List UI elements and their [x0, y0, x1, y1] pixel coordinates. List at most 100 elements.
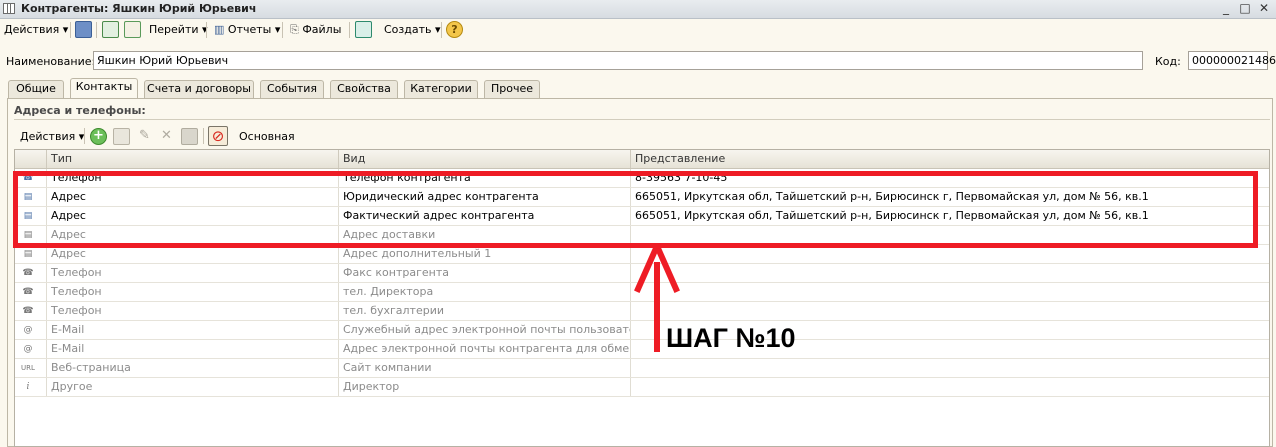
main-toolbar: Действия ▾ Перейти ▾ ▥ Отчеты ▾ ⎘ Файлы … — [0, 19, 1276, 41]
table-row[interactable]: ▤ Адрес Юридический адрес контрагента 66505… — [15, 188, 1269, 207]
title-bar: Контрагенты: Яшкин Юрий Юрьевич _ □ ✕ — [0, 0, 1276, 19]
copy-icon[interactable] — [124, 21, 141, 38]
cell-kind[interactable]: тел. Директора — [339, 283, 631, 301]
cell-representation[interactable] — [631, 264, 1269, 282]
cell-representation[interactable] — [631, 226, 1269, 244]
cell-type[interactable]: Веб-страница — [47, 359, 339, 377]
cell-type[interactable]: Адрес — [47, 245, 339, 263]
save-icon[interactable] — [75, 21, 92, 38]
cell-type[interactable]: Телефон — [47, 169, 339, 187]
edit-row-icon[interactable]: ✎ — [136, 128, 153, 145]
tab-accounts-contracts[interactable]: Счета и договоры — [144, 80, 254, 98]
cell-kind[interactable]: Телефон контрагента — [339, 169, 631, 187]
cell-kind[interactable]: Служебный адрес электронной почты пользо… — [339, 321, 631, 339]
cell-type[interactable]: E-Mail — [47, 321, 339, 339]
cell-type[interactable]: Телефон — [47, 302, 339, 320]
files-button[interactable]: ⎘ Файлы — [290, 22, 341, 38]
header-representation[interactable]: Представление — [631, 150, 1269, 168]
phone-icon: ☎ — [22, 306, 34, 316]
code-input[interactable]: 000000021486 — [1188, 51, 1276, 70]
row-icon-cell: ☎ — [15, 169, 47, 187]
header-kind[interactable]: Вид — [339, 150, 631, 168]
cell-kind[interactable]: Директор — [339, 378, 631, 396]
minimize-button[interactable]: _ — [1218, 1, 1234, 16]
name-input[interactable]: Яшкин Юрий Юрьевич — [93, 51, 1143, 70]
cell-type[interactable]: Телефон — [47, 264, 339, 282]
cell-kind[interactable]: Адрес электронной почты контрагента для … — [339, 340, 631, 358]
table-row[interactable]: ☎ Телефон тел. бухгалтерии — [15, 302, 1269, 321]
section-actions-button[interactable]: Действия ▾ — [20, 129, 84, 145]
refresh-icon[interactable] — [102, 21, 119, 38]
cell-type[interactable]: Адрес — [47, 188, 339, 206]
row-icon-cell: ☎ — [15, 264, 47, 282]
email-icon: @ — [23, 344, 33, 354]
phone-icon: ☎ — [22, 287, 34, 297]
delete-row-icon[interactable]: ✕ — [158, 128, 175, 145]
row-icon-cell: @ — [15, 340, 47, 358]
cell-representation[interactable] — [631, 359, 1269, 377]
row-icon-cell: ▤ — [15, 226, 47, 244]
cell-kind[interactable]: Сайт компании — [339, 359, 631, 377]
info-icon: i — [26, 382, 30, 392]
table-row[interactable]: URL Веб-страница Сайт компании — [15, 359, 1269, 378]
print-icon[interactable] — [355, 21, 372, 38]
cell-type[interactable]: Адрес — [47, 207, 339, 225]
cell-type[interactable]: Телефон — [47, 283, 339, 301]
cell-kind[interactable]: Факс контрагента — [339, 264, 631, 282]
table-row[interactable]: @ E-Mail Служебный адрес электронной почты… — [15, 321, 1269, 340]
tab-categories[interactable]: Категории — [404, 80, 478, 98]
cell-representation[interactable] — [631, 378, 1269, 396]
save-row-icon[interactable] — [181, 128, 198, 145]
cell-kind[interactable]: Фактический адрес контрагента — [339, 207, 631, 225]
goto-menu-button[interactable]: Перейти ▾ — [149, 22, 208, 38]
step-label: ШАГ №10 — [666, 323, 796, 353]
create-menu-button[interactable]: Создать ▾ — [384, 22, 441, 38]
arrow-shaft — [654, 262, 660, 352]
cell-representation[interactable]: 665051, Иркутская обл, Тайшетский р-н, Б… — [631, 188, 1269, 206]
cell-representation[interactable]: 8-39563 7-10-45 — [631, 169, 1269, 187]
cell-kind[interactable]: Адрес доставки — [339, 226, 631, 244]
code-label: Код: — [1155, 55, 1181, 68]
cell-representation[interactable]: 665051, Иркутская обл, Тайшетский р-н, Б… — [631, 207, 1269, 225]
tab-general[interactable]: Общие — [8, 80, 64, 98]
url-icon: URL — [21, 364, 35, 372]
reports-menu-button[interactable]: ▥ Отчеты ▾ — [214, 22, 280, 38]
tab-properties[interactable]: Свойства — [330, 80, 398, 98]
help-icon[interactable]: ? — [446, 21, 463, 38]
row-icon-cell: ☎ — [15, 283, 47, 301]
main-label[interactable]: Основная — [239, 129, 295, 145]
table-row[interactable]: i Другое Директор — [15, 378, 1269, 397]
contacts-table: Тип Вид Представление ☎ Телефон Телефон ко… — [14, 149, 1270, 447]
set-main-icon[interactable]: ⊘ — [208, 126, 228, 146]
table-row[interactable]: ▤ Адрес Фактический адрес контрагента 66505… — [15, 207, 1269, 226]
paperclip-icon: ⎘ — [290, 23, 299, 36]
reports-icon: ▥ — [214, 23, 225, 36]
row-icon-cell: URL — [15, 359, 47, 377]
cell-type[interactable]: Адрес — [47, 226, 339, 244]
cell-representation[interactable] — [631, 302, 1269, 320]
table-row[interactable]: ☎ Телефон Телефон контрагента 8-39563 7-10-… — [15, 169, 1269, 188]
add-row-icon[interactable]: + — [90, 128, 107, 145]
cell-kind[interactable]: Адрес дополнительный 1 — [339, 245, 631, 263]
address-icon: ▤ — [23, 230, 33, 240]
cell-representation[interactable] — [631, 283, 1269, 301]
header-type[interactable]: Тип — [47, 150, 339, 168]
copy-row-icon[interactable] — [113, 128, 130, 145]
close-button[interactable]: ✕ — [1256, 1, 1272, 16]
tab-contacts[interactable]: Контакты — [70, 78, 138, 99]
table-row[interactable]: @ E-Mail Адрес электронной почты контраген… — [15, 340, 1269, 359]
maximize-button[interactable]: □ — [1237, 1, 1253, 16]
table-header: Тип Вид Представление — [15, 150, 1269, 169]
header-icon-col — [15, 150, 47, 168]
cell-kind[interactable]: Юридический адрес контрагента — [339, 188, 631, 206]
tab-events[interactable]: События — [260, 80, 324, 98]
address-icon: ▤ — [23, 249, 33, 259]
cell-type[interactable]: E-Mail — [47, 340, 339, 358]
cell-representation[interactable] — [631, 245, 1269, 263]
tab-other[interactable]: Прочее — [484, 80, 540, 98]
section-title: Адреса и телефоны: — [14, 104, 146, 117]
name-label: Наименование: — [6, 55, 96, 68]
actions-menu-button[interactable]: Действия ▾ — [4, 22, 68, 38]
cell-type[interactable]: Другое — [47, 378, 339, 396]
cell-kind[interactable]: тел. бухгалтерии — [339, 302, 631, 320]
